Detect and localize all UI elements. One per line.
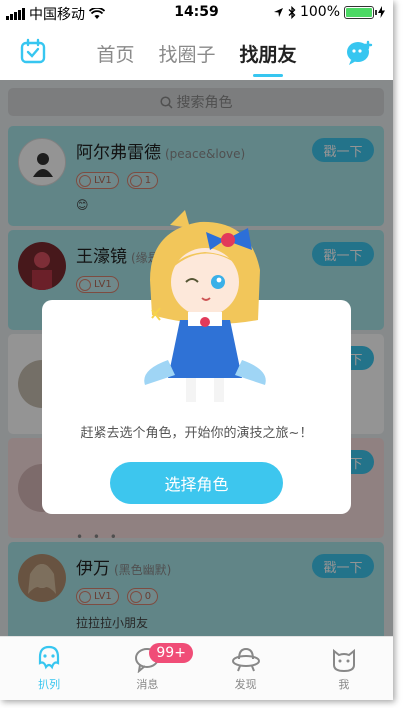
status-bar: 中国移动 14:59 100% [0,0,393,26]
tab-bar-label: 我 [338,678,350,691]
unread-badge: 99+ [149,643,193,663]
status-right: 100% [273,4,385,20]
charging-bolt-icon [378,6,385,18]
battery-fill [346,7,372,17]
tab-find-circle[interactable]: 找圈子 [158,38,215,69]
tab-bar-label: 消息 [136,678,159,691]
cat-face-icon [332,648,355,673]
squid-icon [39,645,60,670]
choose-role-button[interactable]: 选择角色 [110,462,283,504]
tab-bar-item-discover[interactable]: 发现 [197,637,295,700]
dialog-message: 赶紧去选个角色，开始你的演技之旅~！ [80,426,313,441]
top-nav-bar: 首页 找圈子 找朋友 [0,26,393,80]
tab-bar-label: 扒列 [38,678,61,691]
tab-home[interactable]: 首页 [96,38,134,69]
mascot-illustration [144,210,266,402]
chat-add-button[interactable] [345,38,375,70]
bluetooth-icon [288,5,296,19]
tab-bar-item-paliè[interactable]: 扒列 [0,637,98,700]
tab-bar-item-me[interactable]: 我 [295,637,393,700]
bottom-tab-bar: 扒列 消息 99+ 发现 我 [0,636,393,700]
ufo-icon [231,647,260,672]
tab-find-friends[interactable]: 找朋友 [240,38,297,77]
tab-bar-item-messages[interactable]: 消息 99+ [98,637,196,700]
battery-icon [344,5,377,19]
tab-bar-label: 发现 [234,678,257,691]
chat-add-icon [347,40,373,65]
top-tabs: 首页 找圈子 找朋友 [0,38,393,77]
location-arrow-icon [273,7,283,17]
battery-percent: 100% [299,4,340,20]
app-screen: 中国移动 14:59 100% 首页 找圈子 找朋友 搜索角色 阿尔弗雷德 (p… [0,0,393,700]
